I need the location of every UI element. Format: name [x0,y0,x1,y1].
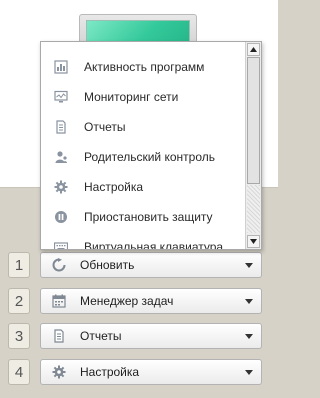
menu-item-label: Виртуальная клавиатура [84,240,224,250]
menu-item-parental-control[interactable]: Родительский контроль [41,142,245,172]
menu-item-virtual-keyboard[interactable]: Виртуальная клавиатура [41,232,245,250]
button-label: Менеджер задач [80,294,174,308]
arrow-up-icon [250,47,257,52]
scroll-up-button[interactable] [247,43,260,56]
row-number: 3 [8,323,30,349]
row-number: 4 [8,359,30,385]
button-label: Отчеты [80,329,122,343]
activity-chart-icon [54,60,68,74]
menu-list: Активность программ Мониторинг сети Отче… [41,42,245,249]
settings-button[interactable]: Настройка [40,359,262,385]
menu-item-label: Родительский контроль [84,150,215,164]
keyboard-icon [54,240,68,249]
gear-icon [52,365,66,379]
arrow-down-icon [250,239,257,244]
chevron-down-icon[interactable] [245,299,253,304]
reports-document-icon [52,329,66,343]
menu-scrollbar[interactable] [245,42,261,249]
menu-item-label: Отчеты [84,120,126,134]
tools-dropdown-menu: Активность программ Мониторинг сети Отче… [40,41,262,250]
chevron-down-icon[interactable] [245,263,253,268]
reports-button[interactable]: Отчеты [40,323,262,349]
task-manager-button[interactable]: Менеджер задач [40,288,262,314]
button-label: Обновить [80,258,135,272]
row-number: 1 [8,252,30,278]
menu-item-network-monitor[interactable]: Мониторинг сети [41,82,245,112]
task-manager-icon [52,294,66,308]
gear-icon [54,180,68,194]
chevron-down-icon[interactable] [245,370,253,375]
menu-item-label: Мониторинг сети [84,90,179,104]
menu-item-app-activity[interactable]: Активность программ [41,52,245,82]
menu-item-reports[interactable]: Отчеты [41,112,245,142]
row-number: 2 [8,288,30,314]
quick-row-4: 4 Настройка [8,359,262,385]
menu-item-label: Активность программ [84,60,205,74]
update-button[interactable]: Обновить [40,252,262,278]
button-label: Настройка [80,365,140,379]
scroll-track[interactable] [247,185,260,233]
menu-item-label: Настройка [84,180,144,194]
quick-row-1: 1 Обновить [8,252,262,278]
chevron-down-icon[interactable] [245,334,253,339]
menu-item-pause-protection[interactable]: Приостановить защиту [41,202,245,232]
menu-item-label: Приостановить защиту [84,210,213,224]
parental-control-icon [54,150,68,164]
scroll-thumb[interactable] [247,57,260,184]
pause-icon [54,210,68,224]
refresh-icon [52,258,66,272]
quick-row-3: 3 Отчеты [8,323,262,349]
quick-row-2: 2 Менеджер задач [8,288,262,314]
menu-item-settings[interactable]: Настройка [41,172,245,202]
network-monitor-icon [54,90,68,104]
reports-document-icon [54,120,68,134]
scroll-down-button[interactable] [247,235,260,248]
